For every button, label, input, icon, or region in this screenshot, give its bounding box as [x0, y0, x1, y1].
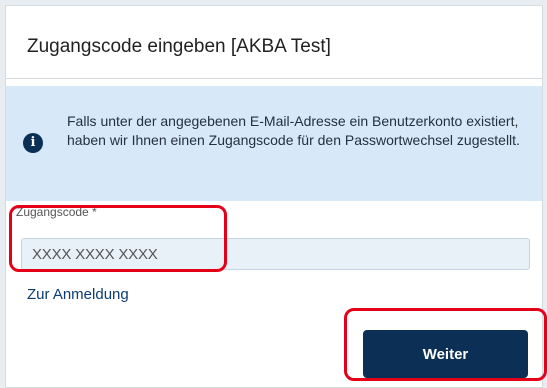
continue-button[interactable]: Weiter — [363, 330, 528, 378]
dialog-title: Zugangscode eingeben [AKBA Test] — [27, 36, 331, 57]
header-divider — [6, 78, 542, 79]
back-to-login-link[interactable]: Zur Anmeldung — [27, 286, 129, 303]
info-message: Falls unter der angegebenen E-Mail-Adres… — [67, 113, 520, 148]
access-code-input[interactable] — [21, 238, 530, 270]
access-code-dialog: Zugangscode eingeben [AKBA Test] i Falls… — [5, 5, 543, 388]
info-banner: i Falls unter der angegebenen E-Mail-Adr… — [6, 86, 542, 201]
info-icon: i — [23, 133, 43, 153]
code-field-label: Zugangscode * — [16, 205, 97, 219]
